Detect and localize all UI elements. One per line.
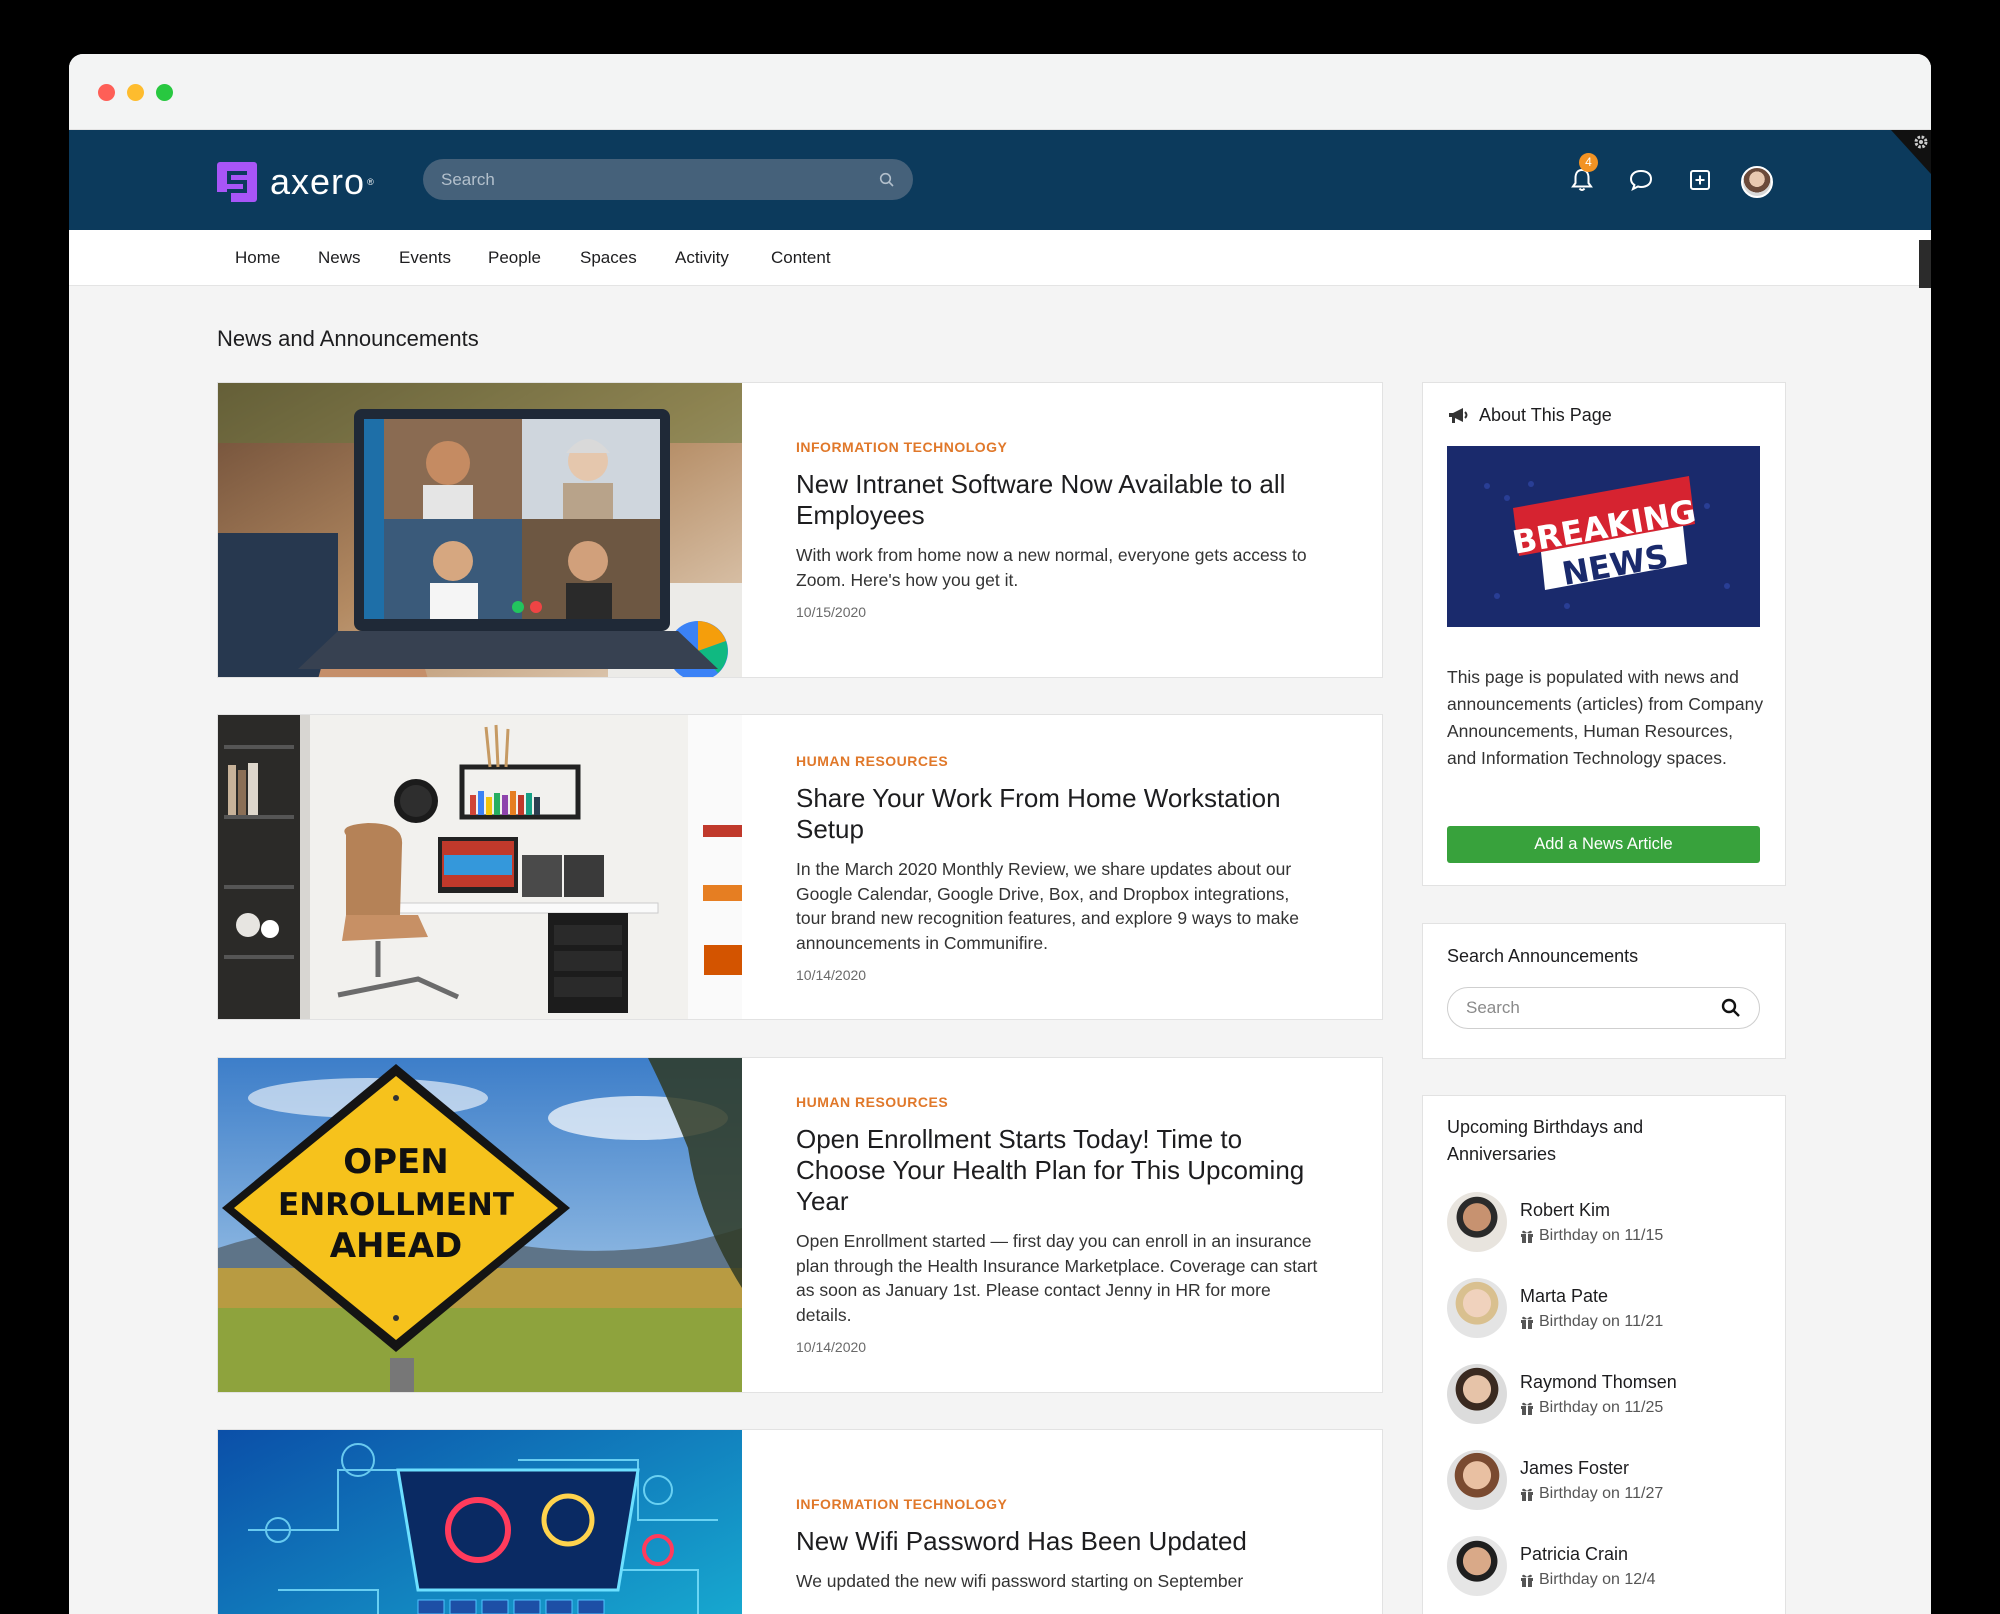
search-announcements-panel: Search Announcements bbox=[1422, 923, 1786, 1059]
chat-bubble-icon bbox=[1629, 169, 1653, 191]
page-scrollbar[interactable] bbox=[1919, 240, 1931, 288]
article-description: With work from home now a new normal, ev… bbox=[796, 545, 1307, 590]
axero-logo-icon bbox=[217, 162, 257, 202]
gift-icon bbox=[1521, 1402, 1533, 1415]
article-description: In the March 2020 Monthly Review, we sha… bbox=[796, 859, 1299, 953]
news-article-card[interactable]: HUMAN RESOURCES Share Your Work From Hom… bbox=[217, 714, 1383, 1020]
search-panel-title: Search Announcements bbox=[1447, 946, 1639, 966]
plus-square-icon bbox=[1690, 170, 1710, 190]
sign-text-line-2: ENROLLMENT bbox=[278, 1187, 514, 1223]
settings-gear-icon[interactable] bbox=[1891, 130, 1931, 174]
notification-count-badge: 4 bbox=[1579, 153, 1598, 172]
list-item[interactable]: Raymond Thomsen Birthday on 11/25 bbox=[1447, 1364, 1677, 1424]
window-titlebar bbox=[69, 54, 1931, 130]
page-title: News and Announcements bbox=[217, 326, 479, 351]
nav-item-content[interactable]: Content bbox=[771, 248, 831, 268]
video-call-image[interactable] bbox=[218, 383, 742, 677]
search-icon[interactable] bbox=[1721, 998, 1741, 1018]
list-item[interactable]: Marta Pate Birthday on 11/21 bbox=[1447, 1278, 1663, 1338]
about-this-page-panel: About This Page BREAKING NEWS This page … bbox=[1422, 382, 1786, 886]
birthdays-anniversaries-panel: Upcoming Birthdays and Anniversaries Rob… bbox=[1422, 1095, 1786, 1614]
article-description: Open Enrollment started — first day you … bbox=[796, 1231, 1318, 1325]
person-name[interactable]: Robert Kim bbox=[1520, 1200, 1663, 1221]
app-header: axero ® 4 bbox=[69, 130, 1931, 230]
list-item[interactable]: Robert Kim Birthday on 11/15 bbox=[1447, 1192, 1663, 1252]
person-event: Birthday on 11/21 bbox=[1539, 1312, 1664, 1330]
add-news-article-button[interactable]: Add a News Article bbox=[1447, 826, 1760, 863]
announcement-search-input[interactable] bbox=[1466, 998, 1721, 1018]
avatar[interactable] bbox=[1447, 1192, 1507, 1252]
news-article-card[interactable]: INFORMATION TECHNOLOGY New Wifi Password… bbox=[217, 1429, 1383, 1614]
article-category[interactable]: INFORMATION TECHNOLOGY bbox=[796, 439, 1324, 455]
global-search-input[interactable] bbox=[441, 169, 879, 190]
logo-text: axero bbox=[270, 161, 366, 202]
article-body: INFORMATION TECHNOLOGY New Intranet Soft… bbox=[796, 439, 1324, 620]
sign-text-line-1: OPEN bbox=[343, 1142, 449, 1182]
gift-icon bbox=[1521, 1488, 1533, 1501]
announcement-search[interactable] bbox=[1447, 987, 1760, 1029]
article-date: 10/14/2020 bbox=[796, 1339, 867, 1355]
article-title[interactable]: New Wifi Password Has Been Updated bbox=[796, 1526, 1324, 1557]
nav-item-activity[interactable]: Activity bbox=[675, 248, 729, 268]
about-panel-title: About This Page bbox=[1479, 405, 1612, 425]
avatar[interactable] bbox=[1447, 1364, 1507, 1424]
gift-icon bbox=[1521, 1230, 1533, 1243]
close-window-button[interactable] bbox=[98, 84, 115, 101]
person-name[interactable]: James Foster bbox=[1520, 1458, 1663, 1479]
article-title[interactable]: Share Your Work From Home Workstation Se… bbox=[796, 783, 1324, 845]
avatar[interactable] bbox=[1447, 1536, 1507, 1596]
nav-item-people[interactable]: People bbox=[488, 248, 541, 268]
nav-item-events[interactable]: Events bbox=[399, 248, 451, 268]
article-body: HUMAN RESOURCES Open Enrollment Starts T… bbox=[796, 1094, 1324, 1355]
breaking-news-banner: BREAKING NEWS bbox=[1447, 446, 1760, 627]
global-search[interactable] bbox=[423, 159, 913, 200]
person-event: Birthday on 11/25 bbox=[1539, 1398, 1664, 1416]
open-enrollment-sign-image[interactable]: OPEN ENROLLMENT AHEAD bbox=[218, 1058, 742, 1392]
list-item[interactable]: James Foster Birthday on 11/27 bbox=[1447, 1450, 1663, 1510]
news-article-card[interactable]: OPEN ENROLLMENT AHEAD HUMAN RESOURCES Op… bbox=[217, 1057, 1383, 1393]
person-event: Birthday on 11/15 bbox=[1539, 1226, 1664, 1244]
browser-window: axero ® 4 bbox=[69, 54, 1931, 1614]
axero-logo[interactable]: axero ® bbox=[217, 162, 374, 202]
sign-text-line-3: AHEAD bbox=[330, 1226, 463, 1266]
registered-mark-icon: ® bbox=[367, 177, 374, 187]
user-avatar[interactable] bbox=[1741, 166, 1773, 198]
article-description: We updated the new wifi password startin… bbox=[796, 1571, 1244, 1591]
zoom-window-button[interactable] bbox=[156, 84, 173, 101]
nav-item-spaces[interactable]: Spaces bbox=[580, 248, 637, 268]
article-category[interactable]: INFORMATION TECHNOLOGY bbox=[796, 1496, 1324, 1512]
list-item[interactable]: Patricia Crain Birthday on 12/4 bbox=[1447, 1536, 1656, 1596]
messages-button[interactable] bbox=[1623, 162, 1659, 198]
nav-item-home[interactable]: Home bbox=[235, 248, 280, 268]
megaphone-icon bbox=[1449, 407, 1468, 423]
person-name[interactable]: Patricia Crain bbox=[1520, 1544, 1656, 1565]
nav-item-news[interactable]: News bbox=[318, 248, 361, 268]
article-title[interactable]: New Intranet Software Now Available to a… bbox=[796, 469, 1324, 531]
article-category[interactable]: HUMAN RESOURCES bbox=[796, 753, 1324, 769]
avatar[interactable] bbox=[1447, 1450, 1507, 1510]
article-title[interactable]: Open Enrollment Starts Today! Time to Ch… bbox=[796, 1124, 1324, 1217]
person-event: Birthday on 11/27 bbox=[1539, 1484, 1664, 1502]
person-name[interactable]: Marta Pate bbox=[1520, 1286, 1663, 1307]
notifications-button[interactable]: 4 bbox=[1564, 153, 1600, 198]
minimize-window-button[interactable] bbox=[127, 84, 144, 101]
gift-icon bbox=[1521, 1316, 1533, 1329]
article-body: HUMAN RESOURCES Share Your Work From Hom… bbox=[796, 753, 1324, 983]
person-event: Birthday on 12/4 bbox=[1539, 1570, 1656, 1588]
article-date: 10/15/2020 bbox=[796, 604, 867, 620]
avatar[interactable] bbox=[1447, 1278, 1507, 1338]
article-date: 10/14/2020 bbox=[796, 967, 867, 983]
technology-circuit-image[interactable] bbox=[218, 1430, 742, 1614]
article-body: INFORMATION TECHNOLOGY New Wifi Password… bbox=[796, 1496, 1324, 1594]
gift-icon bbox=[1521, 1574, 1533, 1587]
search-icon[interactable] bbox=[879, 172, 895, 188]
about-panel-description: This page is populated with news and ann… bbox=[1447, 667, 1764, 768]
home-workstation-image[interactable] bbox=[218, 715, 742, 1019]
person-name[interactable]: Raymond Thomsen bbox=[1520, 1372, 1677, 1393]
main-navigation: Home News Events People Spaces Activity … bbox=[69, 230, 1931, 286]
article-category[interactable]: HUMAN RESOURCES bbox=[796, 1094, 1324, 1110]
birthdays-panel-title: Upcoming Birthdays and Anniversaries bbox=[1447, 1117, 1644, 1164]
news-article-card[interactable]: INFORMATION TECHNOLOGY New Intranet Soft… bbox=[217, 382, 1383, 678]
create-content-button[interactable] bbox=[1682, 162, 1718, 198]
